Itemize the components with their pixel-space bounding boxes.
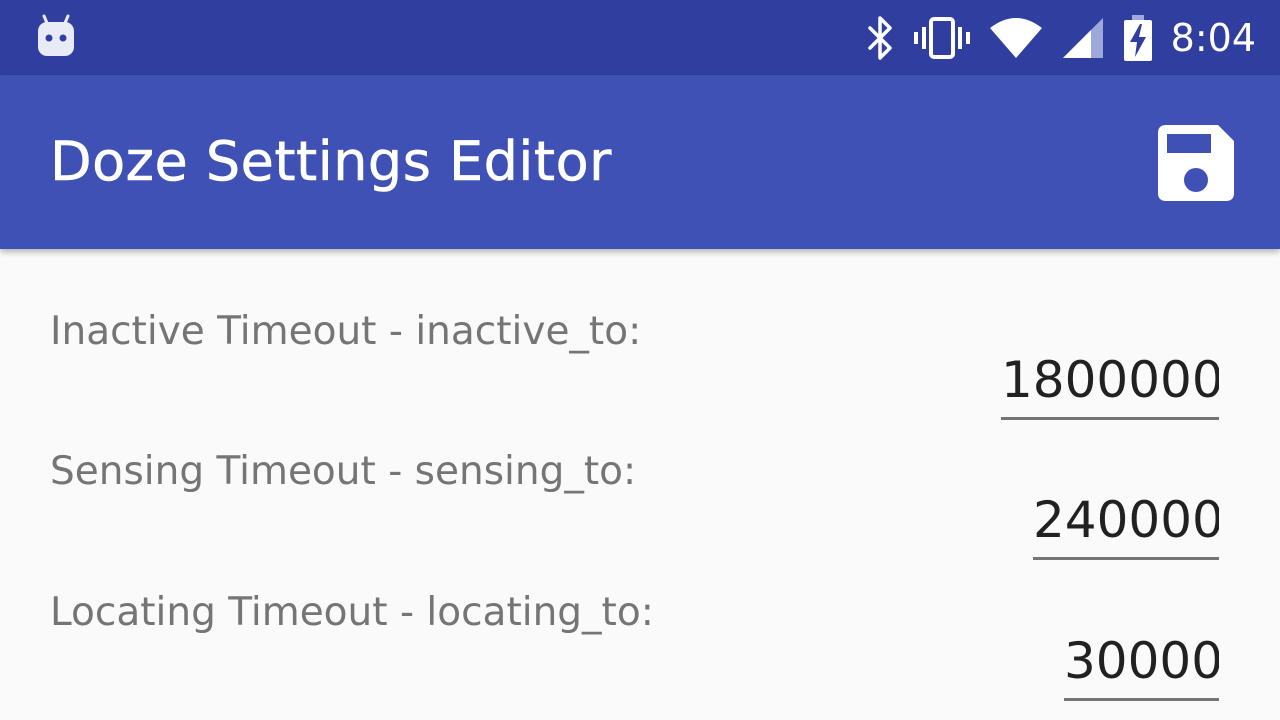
setting-row-locating-timeout: Locating Timeout - locating_to: xyxy=(0,530,1280,701)
status-bar: 8:04 xyxy=(0,0,1280,75)
battery-charging-icon xyxy=(1123,15,1153,61)
save-button[interactable] xyxy=(1158,125,1234,201)
setting-label: Inactive Timeout - inactive_to: xyxy=(50,309,642,354)
setting-label: Locating Timeout - locating_to: xyxy=(50,590,654,635)
status-icons: 8:04 xyxy=(865,12,1256,64)
locating-timeout-input[interactable] xyxy=(1064,624,1219,701)
app-bar: Doze Settings Editor xyxy=(0,75,1280,249)
setting-label: Sensing Timeout - sensing_to: xyxy=(50,449,637,494)
vibrate-icon xyxy=(913,16,971,60)
setting-row-sensing-timeout: Sensing Timeout - sensing_to: xyxy=(0,389,1280,560)
setting-row-inactive-timeout: Inactive Timeout - inactive_to: xyxy=(0,249,1280,420)
bluetooth-icon xyxy=(865,16,895,60)
android-notification-icon xyxy=(36,14,76,58)
status-time: 8:04 xyxy=(1170,16,1256,60)
settings-list: Inactive Timeout - inactive_to: Sensing … xyxy=(0,249,1280,720)
save-icon xyxy=(1158,125,1234,201)
cell-signal-icon xyxy=(1061,16,1105,60)
app-title: Doze Settings Editor xyxy=(50,130,612,194)
wifi-icon xyxy=(989,16,1043,60)
